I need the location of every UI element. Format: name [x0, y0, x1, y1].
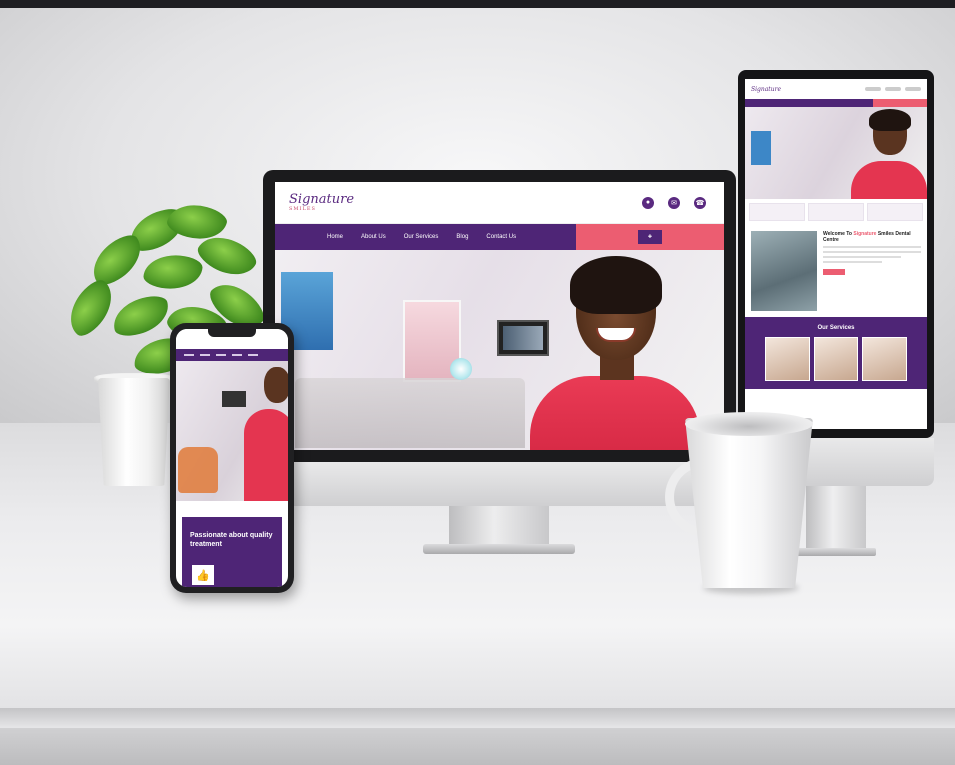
site-nav: Home About Us Our Services Blog Contact …: [275, 224, 724, 250]
mug-rim: [685, 412, 813, 436]
contact-phone: ☎: [694, 196, 710, 209]
mobile-hero-image: [176, 361, 288, 501]
logo-tagline: SMILES: [289, 206, 316, 212]
tall-monitor-stand: [806, 486, 866, 550]
dental-equipment: [295, 378, 525, 448]
leaf: [108, 292, 174, 340]
text-line: [823, 246, 921, 248]
tall-website-screen: Signature Welcome To Signature Smiles De…: [745, 79, 927, 429]
welcome-photo: [751, 231, 817, 311]
welcome-text: Welcome To Signature Smiles Dental Centr…: [823, 231, 921, 311]
smartphone: Passionate about quality treatment 👍: [170, 323, 294, 593]
book-appointment-button[interactable]: ✚: [637, 230, 663, 244]
nav-blog[interactable]: Blog: [456, 234, 468, 240]
tall-header: Signature: [745, 79, 927, 99]
feature-card: [749, 203, 805, 221]
plant-pot: [98, 378, 170, 486]
mockup-scene: Signature SMILES ● ✉ ☎ Home About Us Our…: [0, 8, 955, 765]
contact-email: ✉: [668, 196, 684, 209]
text-line: [823, 251, 921, 253]
nav-home[interactable]: Home: [327, 234, 343, 240]
hair: [869, 109, 911, 131]
red-shirt: [244, 409, 288, 501]
email-icon: ✉: [668, 196, 680, 209]
thumbs-up-icon: 👍: [192, 565, 214, 585]
floor-strip: [0, 728, 955, 765]
read-more-button[interactable]: [823, 269, 845, 275]
contact-placeholder: [885, 87, 901, 91]
hair: [570, 256, 662, 314]
tall-header-contacts: [865, 87, 921, 91]
xray-monitor: [222, 391, 246, 407]
nav-placeholder[interactable]: [216, 354, 226, 356]
phone-notch: [208, 329, 256, 337]
feature-card: [867, 203, 923, 221]
welcome-highlight: Signature: [853, 231, 877, 237]
nav-services[interactable]: Our Services: [404, 234, 439, 240]
nav-placeholder[interactable]: [184, 354, 194, 356]
tall-nav: [745, 99, 927, 107]
mobile-website-screen: Passionate about quality treatment 👍: [176, 329, 288, 587]
nav-placeholder[interactable]: [248, 354, 258, 356]
tall-monitor-bezel: Signature Welcome To Signature Smiles De…: [738, 70, 934, 438]
text-line: [823, 261, 882, 263]
mug-body: [685, 418, 813, 588]
header-contacts: ● ✉ ☎: [642, 196, 710, 209]
nav-contact[interactable]: Contact Us: [486, 234, 516, 240]
contact-placeholder: [865, 87, 881, 91]
desk-edge: [0, 708, 955, 728]
nav-placeholder[interactable]: [200, 354, 210, 356]
mobile-feature-card: Passionate about quality treatment 👍: [182, 517, 282, 587]
tall-hero-image: [745, 107, 927, 199]
dental-chair: [178, 447, 218, 493]
location-icon: ●: [642, 196, 654, 209]
contact-placeholder: [905, 87, 921, 91]
logo-script: Signature: [289, 192, 355, 207]
nav-about[interactable]: About Us: [361, 234, 386, 240]
face: [264, 367, 288, 403]
service-card[interactable]: [862, 337, 908, 381]
desktop-website-screen: Signature SMILES ● ✉ ☎ Home About Us Our…: [275, 182, 724, 450]
hero-image: [275, 250, 724, 450]
service-card[interactable]: [765, 337, 810, 381]
welcome-section: Welcome To Signature Smiles Dental Centr…: [745, 225, 927, 317]
nav-cta-area: ✚: [576, 224, 724, 250]
monitor-foot: [423, 544, 575, 554]
feature-card: [808, 203, 864, 221]
site-header: Signature SMILES ● ✉ ☎: [275, 182, 724, 224]
text-line: [823, 256, 902, 258]
monitor-stand: [449, 506, 549, 546]
service-cards: [745, 331, 927, 387]
welcome-heading: Welcome To Signature Smiles Dental Centr…: [823, 231, 921, 243]
service-card[interactable]: [813, 337, 859, 381]
card-title: Passionate about quality treatment: [190, 532, 273, 549]
leaf: [59, 274, 123, 342]
tall-logo[interactable]: Signature: [751, 86, 781, 93]
nav-placeholder[interactable]: [232, 354, 242, 356]
mobile-nav: [176, 349, 288, 361]
phone-icon: ☎: [694, 196, 706, 209]
contact-location: ●: [642, 196, 658, 209]
services-section: Our Services: [745, 317, 927, 389]
site-logo[interactable]: Signature SMILES: [289, 193, 354, 212]
red-shirt: [851, 161, 927, 199]
dental-lamp: [450, 358, 472, 380]
feature-strip: [745, 199, 927, 225]
leaf: [142, 252, 204, 292]
coffee-mug: [665, 412, 815, 594]
wall-poster: [751, 131, 771, 165]
